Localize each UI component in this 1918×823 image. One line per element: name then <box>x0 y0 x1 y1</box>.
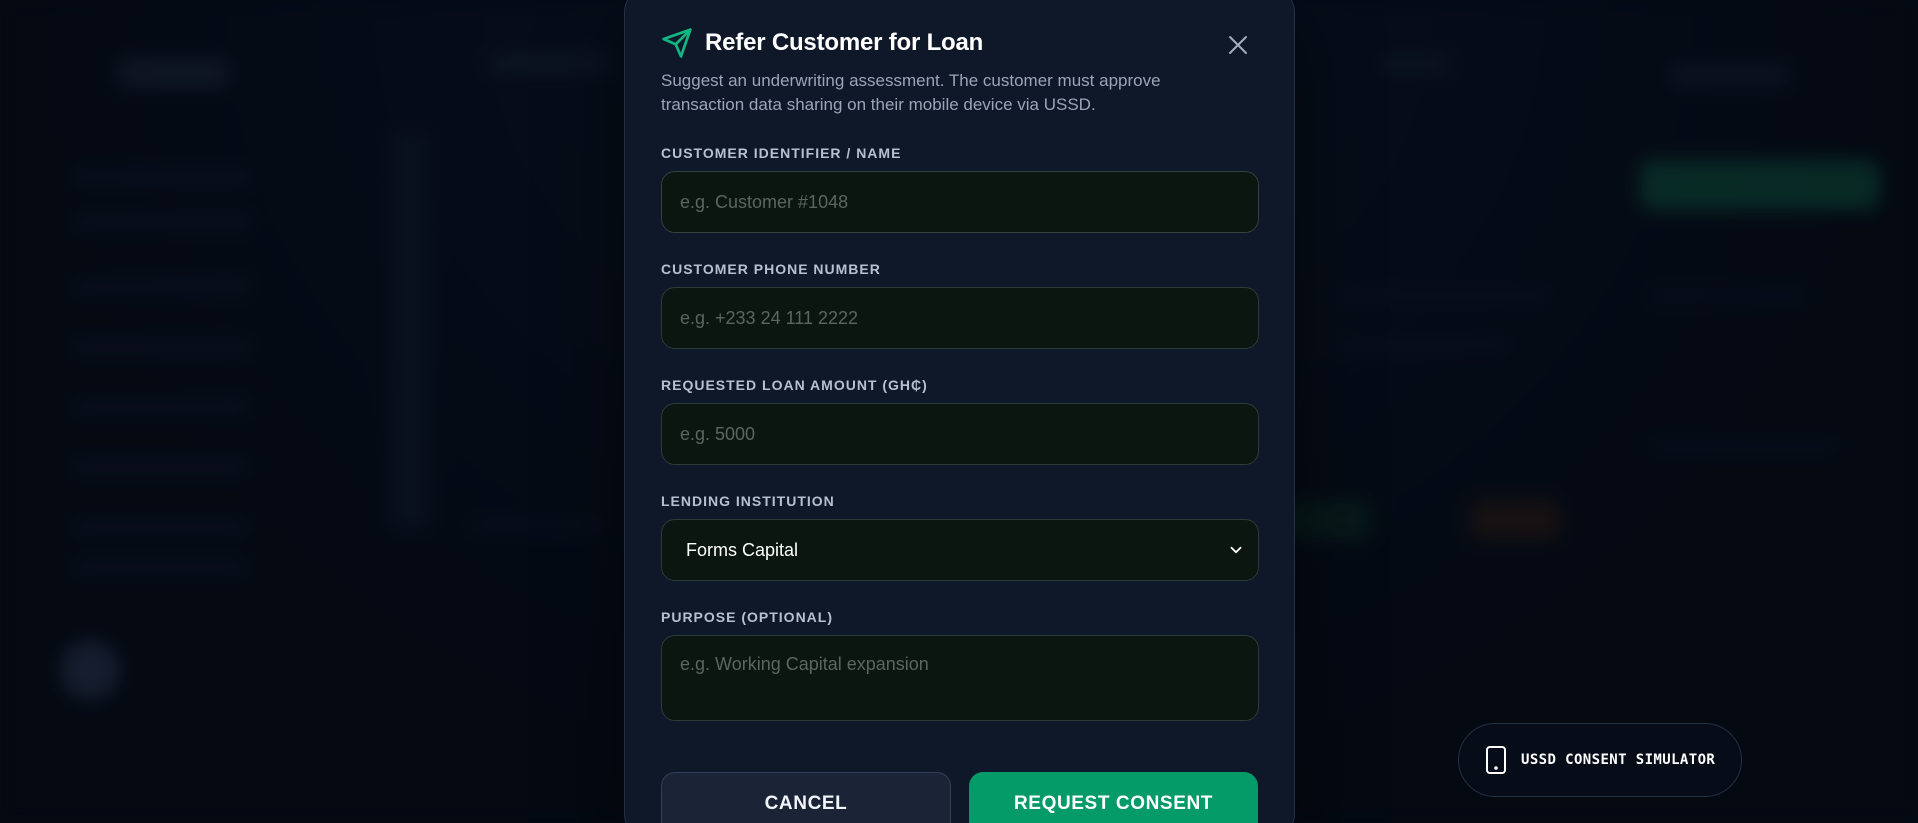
modal-title: Refer Customer for Loan <box>705 29 984 56</box>
customer-phone-label: Customer Phone Number <box>661 261 881 277</box>
loan-amount-field: Requested Loan Amount (GH₵) <box>661 377 1259 465</box>
lending-institution-field: Lending Institution Forms Capital <box>661 493 1259 581</box>
lending-institution-value[interactable]: Forms Capital <box>661 519 1259 581</box>
customer-phone-field: Customer Phone Number <box>661 261 1259 349</box>
customer-phone-input[interactable] <box>661 287 1259 349</box>
loan-amount-label: Requested Loan Amount (GH₵) <box>661 377 928 393</box>
close-icon <box>1229 36 1247 54</box>
modal-header: Refer Customer for Loan <box>661 27 1258 59</box>
ussd-simulator-button[interactable]: USSD CONSENT SIMULATOR <box>1458 723 1742 797</box>
modal-actions: Cancel Request Consent <box>661 772 1258 823</box>
request-consent-button[interactable]: Request Consent <box>969 772 1258 823</box>
lending-institution-label: Lending Institution <box>661 493 835 509</box>
purpose-field: Purpose (Optional) <box>661 609 1259 726</box>
customer-identifier-label: Customer Identifier / Name <box>661 145 902 161</box>
loan-amount-input[interactable] <box>661 403 1259 465</box>
chevron-down-icon <box>1230 546 1242 554</box>
purpose-label: Purpose (Optional) <box>661 609 834 625</box>
lending-institution-select[interactable]: Forms Capital <box>661 519 1259 581</box>
purpose-textarea[interactable] <box>661 635 1259 721</box>
smartphone-icon <box>1486 746 1506 774</box>
modal-description: Suggest an underwriting assessment. The … <box>661 71 1161 114</box>
ussd-simulator-label: USSD CONSENT SIMULATOR <box>1521 752 1716 768</box>
customer-identifier-input[interactable] <box>661 171 1259 233</box>
refer-customer-modal: Refer Customer for Loan Suggest an under… <box>624 0 1295 823</box>
customer-identifier-field: Customer Identifier / Name <box>661 145 1259 233</box>
cancel-button[interactable]: Cancel <box>661 772 951 823</box>
send-icon <box>661 27 693 59</box>
close-button[interactable] <box>1224 31 1252 59</box>
